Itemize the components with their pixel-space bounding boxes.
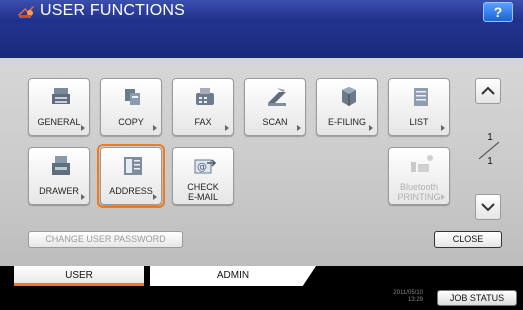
change-password-label: CHANGE USER PASSWORD	[45, 234, 166, 244]
scroll-down-button[interactable]	[475, 194, 501, 220]
fax-label: FAX	[194, 117, 212, 127]
scan-label: SCAN	[262, 117, 288, 127]
tab-admin-label: ADMIN	[216, 270, 250, 281]
check-email-button[interactable]: @ CHECK E-MAIL	[172, 147, 234, 205]
close-label: CLOSE	[452, 234, 484, 244]
close-button[interactable]: CLOSE	[434, 231, 502, 248]
drawer-button[interactable]: DRAWER	[28, 147, 90, 205]
general-button[interactable]: GENERAL	[28, 78, 90, 136]
scroll-up-button[interactable]	[475, 78, 501, 104]
expand-arrow-icon	[369, 125, 373, 131]
function-panel: GENERAL COPY FAX SCAN E-FILING LIST DRAW…	[0, 58, 523, 266]
copy-icon	[125, 89, 140, 105]
copy-button[interactable]: COPY	[100, 78, 162, 136]
scan-button[interactable]: SCAN	[244, 78, 306, 136]
check-email-label-line2: E-MAIL	[187, 192, 218, 202]
help-button[interactable]: ?	[483, 2, 513, 22]
job-status-button[interactable]: JOB STATUS	[437, 290, 517, 306]
time-text: 13:29	[407, 297, 423, 303]
expand-arrow-icon	[441, 194, 445, 200]
tab-bar: USER ADMIN	[0, 266, 523, 286]
date-text: 2011/05/10	[393, 290, 423, 296]
list-icon	[414, 88, 428, 106]
fax-icon	[196, 88, 214, 105]
check-email-icon: @	[194, 159, 217, 174]
expand-arrow-icon	[81, 194, 85, 200]
tab-user[interactable]: USER	[14, 266, 144, 286]
total-pages: 1	[487, 156, 493, 167]
drawer-icon	[52, 156, 70, 175]
efiling-label: E-FILING	[327, 117, 366, 127]
list-label: LIST	[409, 117, 429, 127]
fax-button[interactable]: FAX	[172, 78, 234, 136]
address-book-icon	[124, 157, 142, 175]
copy-label: COPY	[118, 117, 144, 127]
change-user-password-button[interactable]: CHANGE USER PASSWORD	[28, 231, 183, 248]
bluetooth-printing-button[interactable]: Bluetooth PRINTING	[388, 147, 450, 205]
date-time: 2011/05/10 13:29	[393, 290, 423, 304]
expand-arrow-icon	[297, 125, 301, 131]
expand-arrow-icon	[225, 125, 229, 131]
efiling-icon	[342, 87, 356, 106]
job-status-label: JOB STATUS	[449, 293, 505, 303]
drawer-label: DRAWER	[39, 186, 79, 196]
check-email-label-line1: CHECK	[187, 182, 219, 192]
tab-admin[interactable]: ADMIN	[150, 266, 316, 286]
scan-icon	[268, 88, 286, 106]
expand-arrow-icon	[153, 125, 157, 131]
bluetooth-printing-icon	[411, 155, 433, 172]
page-title: USER FUNCTIONS	[40, 2, 186, 19]
chevron-down-icon	[481, 203, 495, 212]
user-functions-icon	[18, 6, 34, 18]
list-button[interactable]: LIST	[388, 78, 450, 136]
message-area	[0, 22, 523, 58]
bluetooth-label-line2: PRINTING	[397, 192, 441, 202]
bluetooth-label-line1: Bluetooth	[399, 182, 439, 192]
expand-arrow-icon	[441, 125, 445, 131]
chevron-up-icon	[481, 86, 495, 95]
address-button[interactable]: ADDRESS	[100, 147, 162, 205]
svg-text:@: @	[197, 162, 207, 173]
general-icon	[52, 88, 70, 104]
address-label: ADDRESS	[109, 186, 153, 196]
efiling-button[interactable]: E-FILING	[316, 78, 378, 136]
title-bar: USER FUNCTIONS ?	[0, 0, 523, 22]
screen: USER FUNCTIONS ? GENERAL COPY FAX SCAN E…	[0, 0, 523, 310]
expand-arrow-icon	[81, 125, 85, 131]
general-label: GENERAL	[37, 117, 81, 127]
expand-arrow-icon	[153, 194, 157, 200]
tab-user-label: USER	[65, 270, 93, 281]
